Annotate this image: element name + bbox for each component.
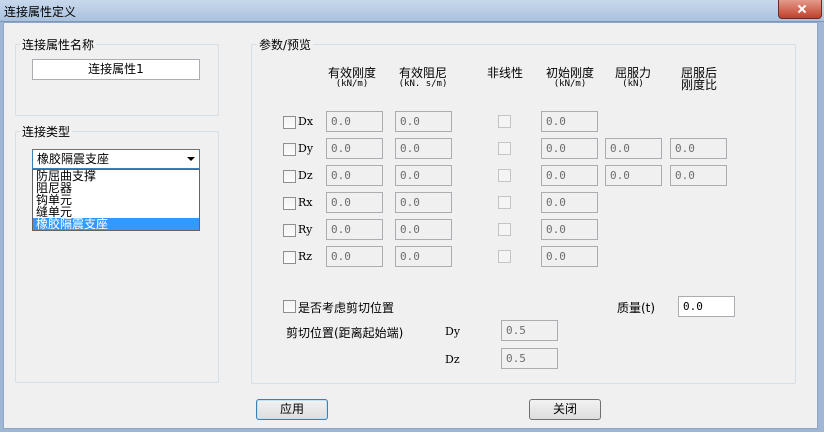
shear-position-label: 剪切位置(距离起始端)	[286, 326, 404, 340]
rz-damping-field[interactable]: 0.0	[395, 246, 452, 267]
window-title: 连接属性定义	[4, 5, 77, 19]
dy-init-stiffness-field[interactable]: 0.0	[541, 138, 598, 159]
ry-nonlinear-checkbox[interactable]	[498, 223, 511, 236]
dy-ratio-field[interactable]: 0.0	[670, 138, 727, 159]
shear-dy-field[interactable]: 0.5	[501, 320, 558, 341]
dof-rz-checkbox[interactable]	[283, 251, 296, 264]
dof-dz-label: Dz	[298, 169, 313, 182]
dz-stiffness-field[interactable]: 0.0	[326, 165, 383, 186]
rz-nonlinear-checkbox[interactable]	[498, 250, 511, 263]
connection-type-select[interactable]: 橡胶隔震支座	[32, 149, 200, 169]
dof-rx-label: Rx	[298, 196, 313, 209]
connection-type-dropdown: 防屈曲支撑 阻尼器 钩单元 缝单元 橡胶隔震支座	[32, 169, 200, 231]
shear-position-checkbox-label: 是否考虑剪切位置	[298, 301, 395, 315]
dof-rz-label: Rz	[298, 250, 313, 263]
params-group-label: 参数/预览	[257, 36, 314, 53]
window-frame: 连接属性名称 连接属性1 连接类型 橡胶隔震支座 防屈曲支撑 阻尼器 钩单元 缝…	[0, 22, 824, 432]
ry-stiffness-field[interactable]: 0.0	[326, 219, 383, 240]
dof-dy-label: Dy	[298, 142, 314, 155]
chevron-down-icon[interactable]	[187, 157, 195, 161]
dof-ry-checkbox[interactable]	[283, 224, 296, 237]
rx-init-stiffness-field[interactable]: 0.0	[541, 192, 598, 213]
rx-damping-field[interactable]: 0.0	[395, 192, 452, 213]
dy-yield-field[interactable]: 0.0	[605, 138, 662, 159]
dz-ratio-field[interactable]: 0.0	[670, 165, 727, 186]
dof-ry-label: Ry	[298, 223, 313, 236]
header-post-yield: 屈服后 刚度比	[680, 66, 717, 92]
header-init-stiffness: 初始刚度 (kN/m)	[545, 66, 594, 89]
dof-dx-checkbox[interactable]	[283, 116, 296, 129]
dof-dy-checkbox[interactable]	[283, 143, 296, 156]
apply-button[interactable]: 应用	[256, 399, 328, 420]
shear-position-checkbox[interactable]	[283, 300, 296, 313]
connection-type-value: 橡胶隔震支座	[37, 152, 110, 166]
dx-nonlinear-checkbox[interactable]	[498, 115, 511, 128]
dof-dx-label: Dx	[298, 115, 314, 128]
dz-yield-field[interactable]: 0.0	[605, 165, 662, 186]
dof-rx-checkbox[interactable]	[283, 197, 296, 210]
dx-damping-field[interactable]: 0.0	[395, 111, 452, 132]
dx-init-stiffness-field[interactable]: 0.0	[541, 111, 598, 132]
close-icon[interactable]	[778, 0, 822, 19]
dy-stiffness-field[interactable]: 0.0	[326, 138, 383, 159]
header-damping: 有效阻尼 (kN. s/m)	[398, 66, 448, 89]
type-group-label: 连接类型	[20, 123, 73, 140]
close-button[interactable]: 关闭	[529, 399, 601, 420]
name-group-label: 连接属性名称	[20, 36, 97, 53]
dof-dz-checkbox[interactable]	[283, 170, 296, 183]
dz-damping-field[interactable]: 0.0	[395, 165, 452, 186]
ry-damping-field[interactable]: 0.0	[395, 219, 452, 240]
header-yield: 屈服力 (kN)	[614, 66, 651, 89]
shear-dz-label: Dz	[445, 353, 460, 366]
shear-dz-field[interactable]: 0.5	[501, 348, 558, 369]
connection-name-input[interactable]: 连接属性1	[32, 59, 200, 80]
rx-nonlinear-checkbox[interactable]	[498, 196, 511, 209]
shear-dy-label: Dy	[445, 325, 461, 338]
dy-nonlinear-checkbox[interactable]	[498, 142, 511, 155]
dropdown-option-selected[interactable]: 橡胶隔震支座	[33, 218, 199, 230]
header-nonlinear: 非线性	[486, 66, 523, 80]
dy-damping-field[interactable]: 0.0	[395, 138, 452, 159]
ry-init-stiffness-field[interactable]: 0.0	[541, 219, 598, 240]
header-stiffness: 有效刚度 (kN/m)	[327, 66, 376, 89]
rz-stiffness-field[interactable]: 0.0	[326, 246, 383, 267]
mass-input[interactable]: 0.0	[678, 296, 735, 317]
name-group	[15, 44, 219, 116]
mass-label: 质量(t)	[617, 301, 656, 315]
rx-stiffness-field[interactable]: 0.0	[326, 192, 383, 213]
dx-stiffness-field[interactable]: 0.0	[326, 111, 383, 132]
dialog-body: 连接属性名称 连接属性1 连接类型 橡胶隔震支座 防屈曲支撑 阻尼器 钩单元 缝…	[3, 22, 818, 429]
dz-init-stiffness-field[interactable]: 0.0	[541, 165, 598, 186]
rz-init-stiffness-field[interactable]: 0.0	[541, 246, 598, 267]
dz-nonlinear-checkbox[interactable]	[498, 169, 511, 182]
title-bar: 连接属性定义	[0, 0, 824, 22]
